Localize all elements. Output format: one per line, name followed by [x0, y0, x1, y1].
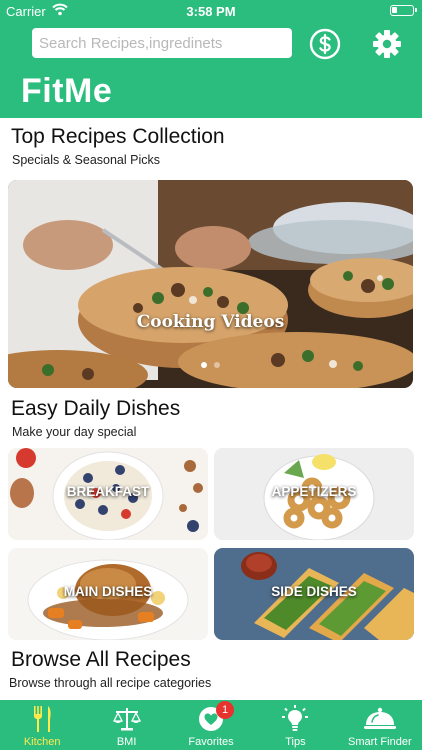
- settings-button[interactable]: [370, 27, 404, 61]
- dollar-icon: [309, 28, 341, 60]
- gear-icon: [373, 30, 401, 58]
- browse-recipes-subtitle: Browse through all recipe categories: [9, 676, 212, 690]
- tab-tips[interactable]: Tips: [253, 700, 337, 750]
- daily-dishes-title: Easy Daily Dishes: [11, 397, 181, 420]
- cooking-videos-image: [8, 180, 413, 388]
- tab-bmi[interactable]: BMI: [84, 700, 168, 750]
- category-tile-appetizers[interactable]: APPETIZERS: [214, 448, 414, 540]
- battery-icon: [390, 5, 417, 16]
- tab-label: Favorites: [188, 736, 234, 748]
- browse-recipes-title[interactable]: Browse All Recipes: [11, 648, 191, 672]
- tile-label: SIDE DISHES: [271, 584, 357, 599]
- top-recipes-title: Top Recipes Collection: [11, 125, 225, 148]
- cloche-icon: [363, 705, 397, 733]
- premium-dollar-button[interactable]: [308, 27, 342, 61]
- category-tile-breakfast[interactable]: BREAKFAST: [8, 448, 208, 540]
- clock-time: 3:58 PM: [186, 4, 236, 19]
- search-input[interactable]: [32, 28, 292, 58]
- tab-favorites[interactable]: 1 Favorites: [169, 700, 253, 750]
- daily-dishes-subtitle: Make your day special: [12, 425, 137, 439]
- heart-icon: 1: [198, 701, 235, 733]
- tab-kitchen[interactable]: Kitchen: [0, 700, 84, 750]
- fork-knife-icon: [29, 705, 55, 733]
- cooking-videos-banner[interactable]: Cooking Videos: [8, 180, 413, 388]
- app-header: FitMe: [0, 22, 422, 118]
- tab-label: Kitchen: [23, 736, 61, 748]
- carousel-dot[interactable]: [201, 362, 207, 368]
- hero-label: Cooking Videos: [136, 312, 285, 332]
- app-title: FitMe: [21, 72, 113, 110]
- bottom-tab-bar: Kitchen BMI 1 Favorites Tips Smart Finde…: [0, 700, 422, 750]
- tile-label: APPETIZERS: [271, 484, 357, 499]
- tile-label: BREAKFAST: [66, 484, 150, 499]
- category-tile-side-dishes[interactable]: SIDE DISHES: [214, 548, 414, 640]
- tab-label: BMI: [116, 736, 137, 748]
- tab-label: Smart Finder: [348, 736, 412, 748]
- status-bar: Carrier 3:58 PM: [0, 0, 422, 22]
- tab-label: Tips: [285, 736, 306, 748]
- lightbulb-icon: [280, 705, 310, 733]
- favorites-badge: 1: [216, 701, 235, 719]
- category-tile-main-dishes[interactable]: MAIN DISHES: [8, 548, 208, 640]
- scale-icon: [112, 705, 142, 733]
- tab-smart-finder[interactable]: Smart Finder: [338, 700, 422, 750]
- carousel-indicator[interactable]: [8, 362, 413, 368]
- tile-label: MAIN DISHES: [63, 584, 153, 599]
- top-recipes-subtitle: Specials & Seasonal Picks: [12, 153, 160, 167]
- carousel-dot[interactable]: [214, 362, 220, 368]
